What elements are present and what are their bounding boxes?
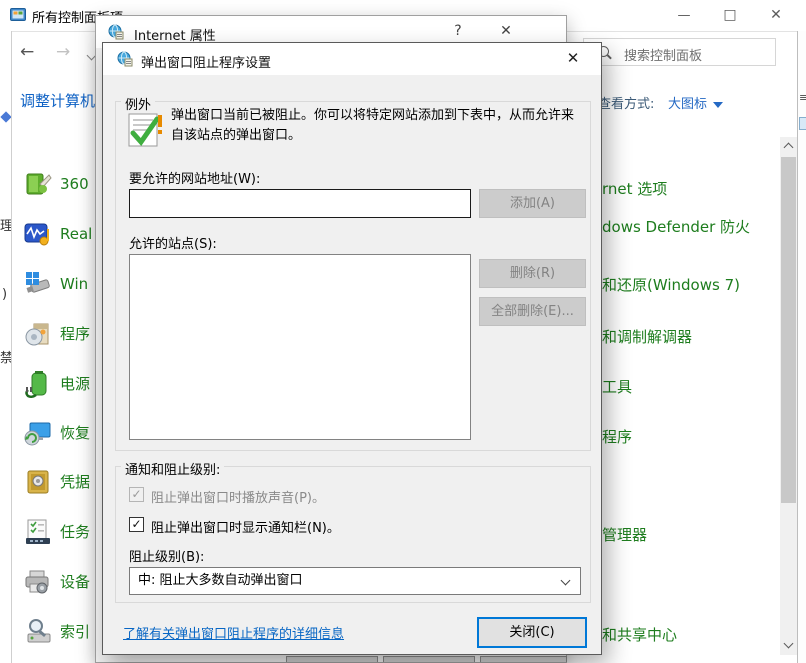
popup-blocker-titlebar: 弹出窗口阻止程序设置 ✕ [103,43,601,75]
popup-blocker-settings-dialog: 弹出窗口阻止程序设置 ✕ 例外 弹出窗口当前已被阻止。你可以将特定网站添加到下表… [102,42,602,655]
close-button-popup-blocker[interactable]: ✕ [553,43,593,74]
item-fragment-device-manager[interactable]: 管理器 [602,524,647,545]
task-scheduler-icon [24,518,52,546]
remove-button[interactable]: 删除(R) [479,259,586,288]
play-sound-label: 阻止弹出窗口时播放声音(P)。 [151,487,325,506]
screen: 所有控制面板项 — □ ✕ 理 ) 禁 ≡≡ ← → 搜索控制面板 调整计算机的… [0,0,806,663]
popup-blocker-title: 弹出窗口阻止程序设置 [141,52,271,71]
diamond-icon [0,111,11,122]
recovery-icon [24,419,52,447]
item-label: 恢复 [60,419,94,447]
combo-chevron-icon [561,576,571,586]
close-dialog-button[interactable]: 关闭(C) [477,617,587,648]
block-level-select[interactable]: 中: 阻止大多数自动弹出窗口 [129,567,581,595]
item-label: 索引 [60,618,94,646]
show-notification-bar-label: 阻止弹出窗口时显示通知栏(N)。 [151,517,340,536]
scrollbar-thumb[interactable] [781,157,796,503]
item-fragment-programs[interactable]: 程序 [602,426,632,447]
main-window-left-edge [11,31,12,663]
dropdown-arrow-icon [713,102,723,108]
allowed-sites-listbox[interactable] [129,254,471,440]
edge-fragment: 理 [0,215,11,234]
item-label: Win [60,270,94,298]
item-label: Real [60,220,94,248]
window-fragment-icon [799,117,806,130]
address-label: 要允许的网站地址(W): [129,168,260,187]
power-options-icon [24,370,52,398]
notifications-group-label: 通知和阻止级别: [121,459,224,478]
forward-arrow-icon[interactable]: → [56,44,70,61]
item-fragment-admin-tools[interactable]: 工具 [602,376,632,397]
control-panel-app-icon [10,7,26,23]
item-fragment-network-sharing[interactable]: 和共享中心 [602,624,677,645]
popup-blocked-info-icon [127,111,165,151]
close-button-main[interactable]: ✕ [753,0,799,31]
exceptions-description: 弹出窗口当前已被阻止。你可以将特定网站添加到下表中，从而允许来自该站点的弹出窗口… [171,106,585,146]
show-notification-bar-checkbox[interactable] [129,517,144,532]
item-label: 程序 [60,320,94,348]
apply-button-sliver[interactable] [480,656,567,662]
realtek-audio-icon [24,220,52,248]
learn-more-link[interactable]: 了解有关弹出窗口阻止程序的详细信息 [123,623,344,642]
ok-button-sliver[interactable] [286,656,378,662]
add-button[interactable]: 添加(A) [479,189,586,218]
item-label: 凭据 [60,468,94,496]
hamburger-icon: ≡≡ [799,91,806,104]
cancel-button-sliver[interactable] [383,656,475,662]
search-box[interactable]: 搜索控制面板 [583,38,776,66]
search-placeholder: 搜索控制面板 [624,45,702,64]
scrollbar[interactable] [780,137,797,655]
scroll-down-icon[interactable] [784,639,794,649]
programs-icon [24,320,52,348]
view-by-dropdown[interactable]: 大图标 [668,93,723,112]
back-arrow-icon[interactable]: ← [20,44,34,61]
view-by-label: 查看方式: [598,93,654,112]
block-level-label: 阻止级别(B): [129,546,204,565]
edge-fragment: ) [2,287,7,302]
edge-fragment: 禁 [0,347,11,366]
windows-usb-icon [24,270,52,298]
item-fragment-backup-restore[interactable]: 和还原(Windows 7) [602,274,740,295]
devices-printers-icon [24,568,52,596]
item-label: 设备 [60,568,94,596]
allowed-sites-label: 允许的站点(S): [129,233,217,252]
360-cleaner-icon [24,170,52,198]
minimize-button[interactable]: — [661,0,707,31]
background-window-left-sliver: 理 ) 禁 [0,31,11,663]
play-sound-checkbox[interactable] [129,487,144,502]
background-window-right-sliver: ≡≡ [798,31,806,663]
item-label: 电源 [60,370,94,398]
scroll-up-icon[interactable] [784,143,794,153]
internet-properties-icon [108,24,124,40]
block-level-value: 中: 阻止大多数自动弹出窗口 [138,573,303,588]
credential-manager-icon [24,468,52,496]
maximize-button[interactable]: □ [707,0,753,31]
item-fragment-defender-firewall[interactable]: dows Defender 防火 [602,216,750,237]
address-input[interactable] [129,189,471,218]
indexing-options-icon [24,618,52,646]
item-label: 任务 [60,518,94,546]
item-fragment-phone-modem[interactable]: 和调制解调器 [602,326,692,347]
popup-blocker-icon [117,51,133,67]
item-label: 360 [60,170,94,198]
main-window-right-edge [797,31,798,663]
item-fragment-internet-options[interactable]: rnet 选项 [602,178,667,199]
remove-all-button[interactable]: 全部删除(E)... [479,297,586,326]
